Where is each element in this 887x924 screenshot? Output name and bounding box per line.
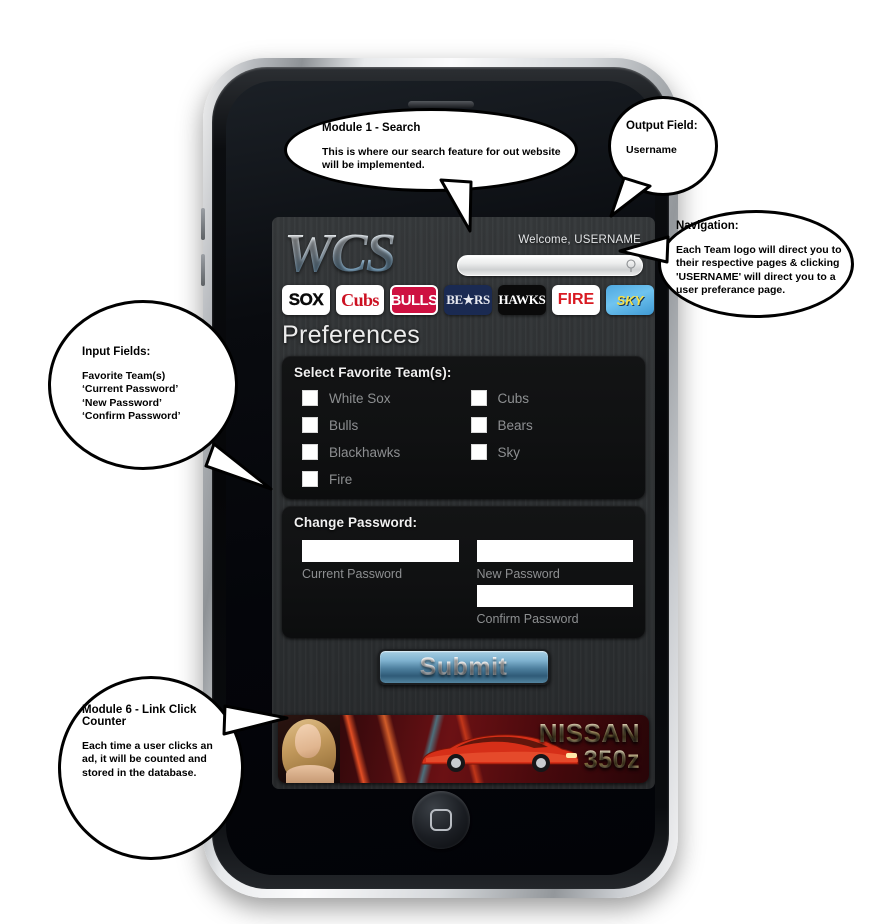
callout-body: Each time a user clicks an ad, it will b… [82, 740, 213, 779]
callout-body: Each Team logo will direct you to their … [676, 244, 842, 297]
callout-output-field-username: Output Field: Username [626, 120, 720, 157]
callout-title: Input Fields: [82, 346, 151, 358]
callout-module-6-link-click-counter: Module 6 - Link Click Counter Each time … [82, 704, 222, 780]
callout-input-fields: Input Fields: Favorite Team(s) ‘Current … [82, 346, 232, 424]
callout-title: Output Field: [626, 120, 698, 132]
callout-navigation: Navigation: Each Team logo will direct y… [676, 220, 848, 298]
callout-body: Favorite Team(s) ‘Current Password’ ‘New… [82, 370, 181, 423]
callout-title: Module 6 - Link Click Counter [82, 704, 197, 728]
callout-body: Username [626, 144, 677, 156]
callout-module-1-search: Module 1 - Search This is where our sear… [322, 122, 572, 173]
callout-title: Module 1 - Search [322, 122, 421, 134]
callout-title: Navigation: [676, 220, 739, 232]
callout-body: This is where our search feature for out… [322, 146, 561, 172]
